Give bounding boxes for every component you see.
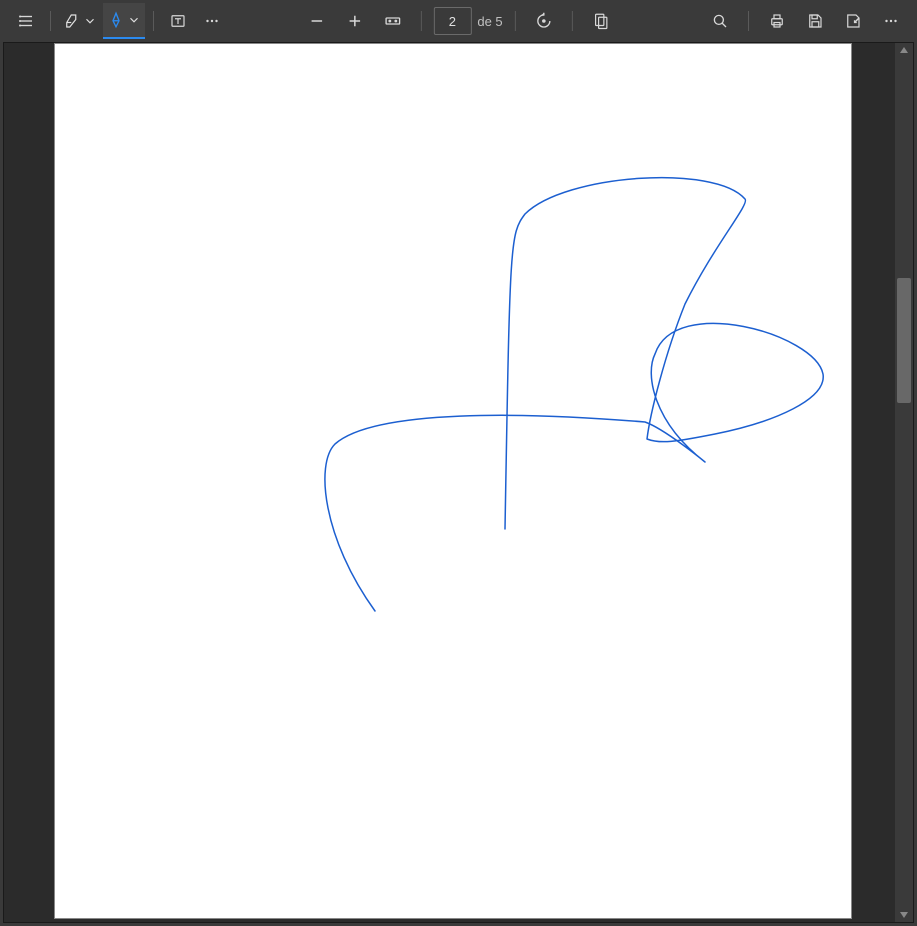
- triangle-down-icon: [899, 911, 909, 919]
- pen-tool-button[interactable]: [103, 3, 145, 39]
- search-icon: [711, 12, 729, 30]
- page-view-icon: [592, 12, 610, 30]
- more-horizontal-icon: [203, 12, 221, 30]
- separator: [515, 11, 516, 31]
- save-button[interactable]: [799, 5, 831, 37]
- separator: [50, 11, 51, 31]
- minus-icon: [307, 12, 325, 30]
- scroll-up-button[interactable]: [895, 43, 913, 57]
- save-as-icon: [844, 12, 862, 30]
- fit-icon: [383, 12, 401, 30]
- toolbar-center-group: de 5: [300, 5, 616, 37]
- main-toolbar: de 5: [0, 0, 917, 42]
- save-as-button[interactable]: [837, 5, 869, 37]
- text-tool-button[interactable]: [162, 5, 194, 37]
- print-icon: [768, 12, 786, 30]
- separator: [572, 11, 573, 31]
- plus-icon: [345, 12, 363, 30]
- page-view-button[interactable]: [585, 5, 617, 37]
- vertical-scrollbar[interactable]: [895, 43, 913, 922]
- separator: [153, 11, 154, 31]
- ink-annotation: [55, 44, 853, 920]
- separator: [748, 11, 749, 31]
- toolbar-left-group: [10, 3, 228, 39]
- sidebar-icon: [17, 12, 35, 30]
- text-icon: [169, 12, 187, 30]
- print-button[interactable]: [761, 5, 793, 37]
- chevron-down-icon: [127, 13, 141, 27]
- more-horizontal-icon: [882, 12, 900, 30]
- scrollbar-thumb[interactable]: [897, 278, 911, 403]
- ink-stroke: [325, 178, 823, 611]
- separator: [420, 11, 421, 31]
- rotate-icon: [535, 12, 553, 30]
- triangle-up-icon: [899, 46, 909, 54]
- save-icon: [806, 12, 824, 30]
- toolbar-right-group: [704, 5, 907, 37]
- chevron-down-icon: [83, 14, 97, 28]
- page-total-label: de 5: [477, 14, 502, 29]
- pen-icon: [107, 11, 125, 29]
- rotate-button[interactable]: [528, 5, 560, 37]
- fit-to-width-button[interactable]: [376, 5, 408, 37]
- page-container[interactable]: [4, 43, 893, 922]
- highlighter-icon: [63, 12, 81, 30]
- scroll-down-button[interactable]: [895, 908, 913, 922]
- zoom-in-button[interactable]: [338, 5, 370, 37]
- more-tools-button[interactable]: [196, 5, 228, 37]
- highlighter-tool-button[interactable]: [59, 3, 101, 39]
- page-number-input[interactable]: [433, 7, 471, 35]
- zoom-out-button[interactable]: [300, 5, 332, 37]
- more-options-button[interactable]: [875, 5, 907, 37]
- search-button[interactable]: [704, 5, 736, 37]
- pdf-viewer-area: [3, 42, 914, 923]
- sidebar-toggle-button[interactable]: [10, 5, 42, 37]
- pdf-page-current[interactable]: [54, 43, 852, 919]
